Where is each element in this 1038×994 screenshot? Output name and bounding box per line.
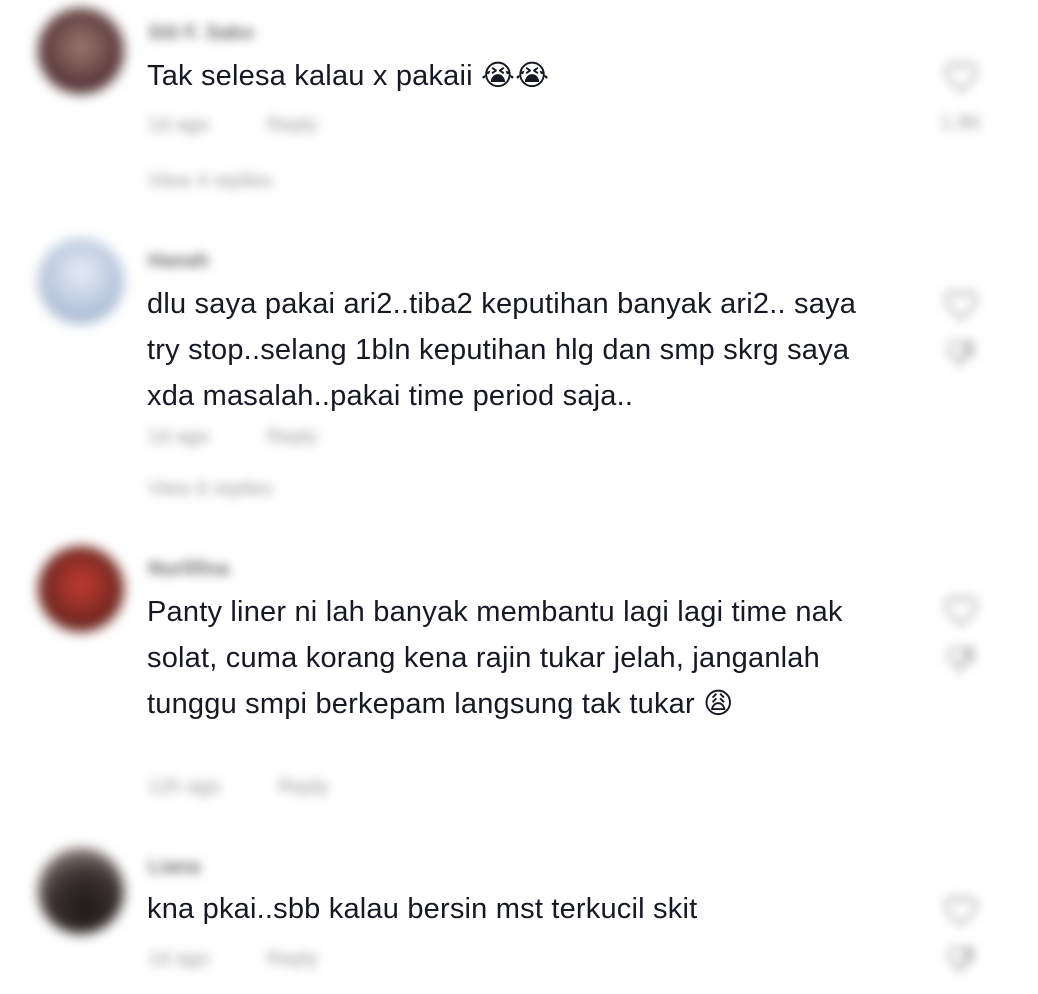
comment-time: 1d ago — [148, 114, 210, 136]
view-replies-button[interactable]: View 6 replies — [148, 478, 272, 501]
comment-text: dlu saya pakai ari2..tiba2 keputihan ban… — [147, 288, 857, 412]
comment-time: 1d ago — [148, 426, 210, 448]
avatar[interactable] — [38, 8, 124, 94]
heart-icon[interactable] — [944, 895, 978, 927]
heart-icon[interactable] — [944, 595, 978, 627]
comment-username[interactable]: Liana — [148, 856, 200, 878]
comment-username[interactable]: Hanah — [148, 250, 209, 272]
reply-button[interactable]: Reply — [267, 426, 318, 448]
comment-text: Tak selesa kalau x pakaii 😭😭 — [147, 60, 550, 92]
thumbs-down-icon[interactable] — [946, 340, 976, 367]
comment-username[interactable]: Siti F. Sako — [148, 22, 254, 44]
view-replies-button[interactable]: View 4 replies — [148, 170, 272, 193]
heart-icon[interactable] — [944, 289, 978, 321]
comment-text: kna pkai..sbb kalau bersin mst terkucil … — [147, 893, 698, 925]
reply-button[interactable]: Reply — [267, 948, 318, 970]
comment-username[interactable]: Nurlifina — [148, 558, 229, 580]
thumbs-down-icon[interactable] — [946, 646, 976, 673]
comment-meta: 1d ago Reply — [148, 114, 370, 137]
avatar[interactable] — [38, 848, 124, 934]
reply-button[interactable]: Reply — [267, 114, 318, 136]
heart-icon[interactable] — [944, 61, 978, 93]
avatar[interactable] — [38, 546, 124, 632]
thumbs-down-icon[interactable] — [946, 946, 976, 973]
avatar[interactable] — [38, 238, 124, 324]
reply-button[interactable]: Reply — [278, 776, 329, 798]
comment-meta: 12h ago Reply — [148, 776, 381, 799]
comment-time: 12h ago — [148, 776, 221, 798]
comment-time: 1d ago — [148, 948, 210, 970]
like-count: 1.8K — [940, 112, 982, 134]
comment-text: Panty liner ni lah banyak membantu lagi … — [147, 596, 843, 720]
comment-meta: 1d ago Reply — [148, 948, 370, 971]
comment-meta: 1d ago Reply — [148, 426, 370, 449]
